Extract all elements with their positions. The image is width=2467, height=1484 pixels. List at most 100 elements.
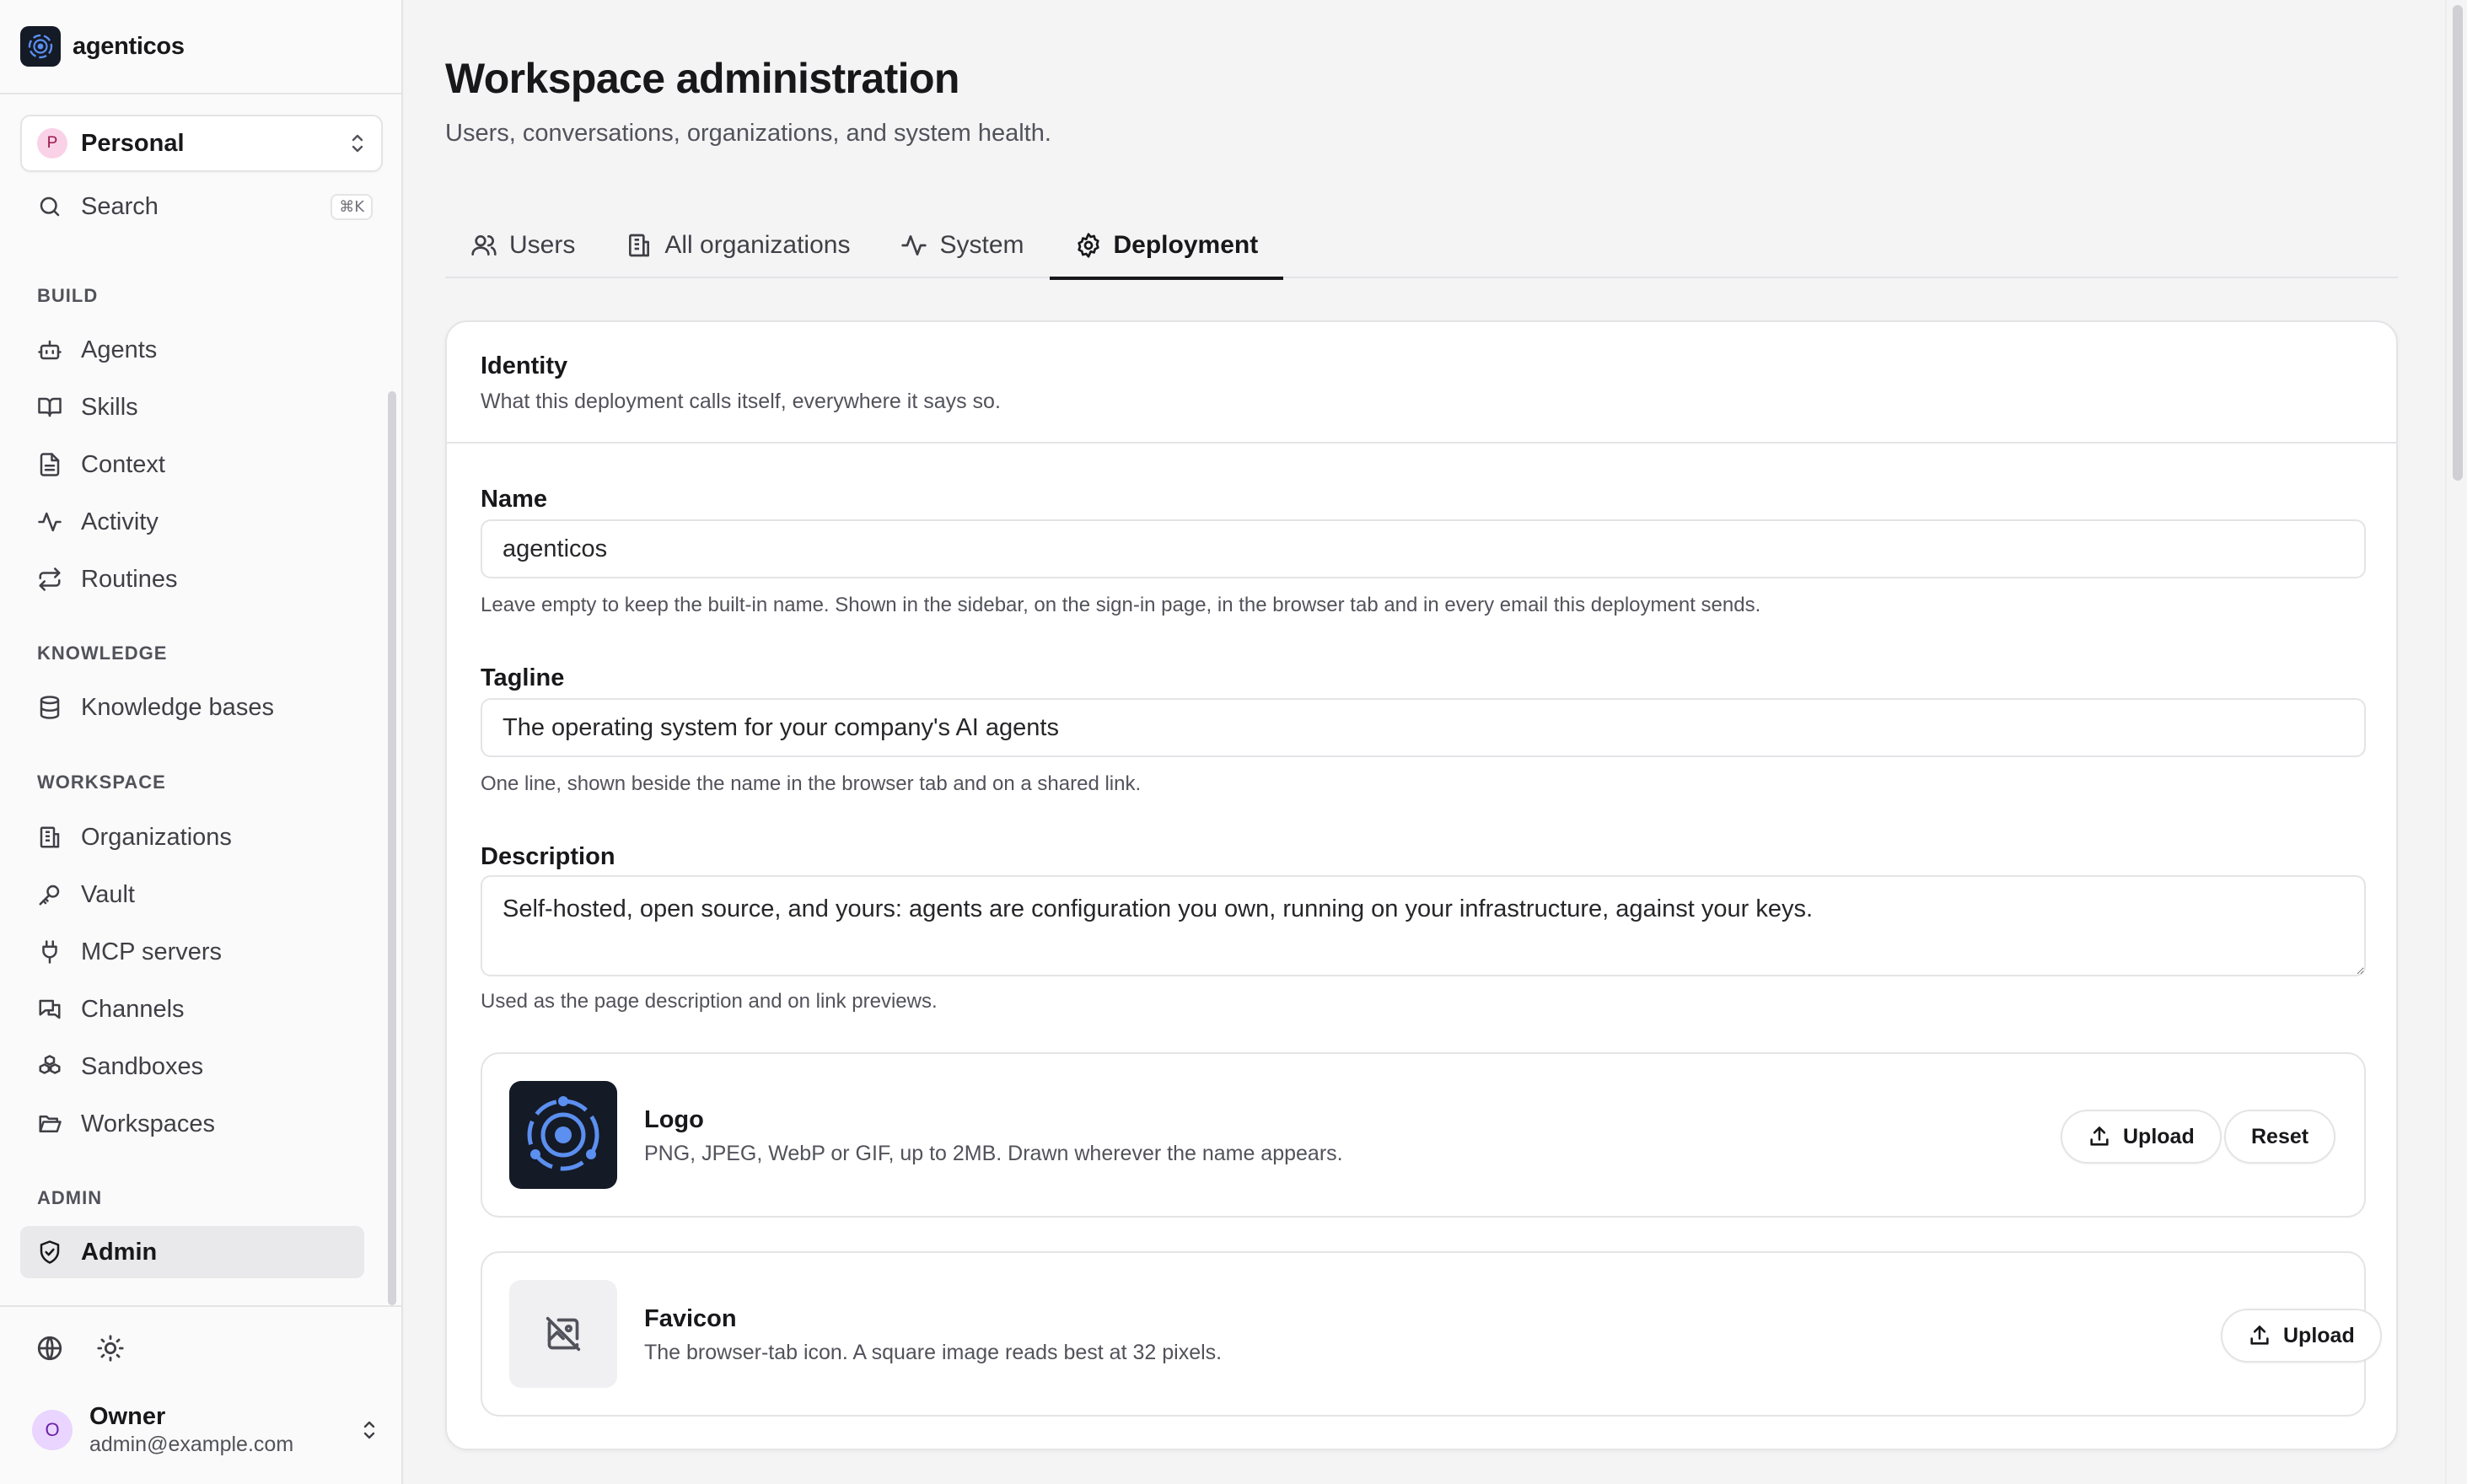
card-divider <box>447 442 2396 444</box>
upload-label: Upload <box>2283 1323 2355 1347</box>
sun-icon[interactable] <box>96 1334 125 1363</box>
workspace-avatar: P <box>37 128 67 159</box>
sidebar-footer-icons <box>35 1334 125 1363</box>
sidebar-item-label: Agents <box>81 336 158 363</box>
logo-preview-icon <box>509 1081 617 1189</box>
favicon-upload-button[interactable]: Upload <box>2221 1309 2382 1363</box>
sidebar-item-organizations[interactable]: Organizations <box>20 811 364 863</box>
tab-all-organizations[interactable]: All organizations <box>600 212 875 278</box>
user-email: admin@example.com <box>89 1433 294 1456</box>
user-name: Owner <box>89 1403 166 1430</box>
activity-icon <box>900 232 927 259</box>
tab-label: System <box>939 231 1024 259</box>
bot-icon <box>37 337 62 363</box>
tab-label: All organizations <box>664 231 851 259</box>
search-shortcut: ⌘K <box>331 193 373 220</box>
sidebar-item-admin[interactable]: Admin <box>20 1226 364 1278</box>
shield-check-icon <box>37 1239 62 1265</box>
section-label-workspace: WORKSPACE <box>37 772 166 793</box>
identity-card: Identity What this deployment calls itse… <box>445 320 2398 1450</box>
sidebar-item-label: Context <box>81 450 165 478</box>
section-label-admin: ADMIN <box>37 1187 103 1208</box>
sidebar-item-label: Channels <box>81 995 185 1023</box>
building-icon <box>626 232 653 259</box>
brand-logo-icon <box>20 26 61 67</box>
tagline-help: One line, shown beside the name in the b… <box>481 772 1142 795</box>
sidebar-item-workspaces[interactable]: Workspaces <box>20 1098 364 1150</box>
sidebar: agenticos P Personal Search ⌘K BUILD Age… <box>0 0 403 1484</box>
sidebar-item-knowledge-bases[interactable]: Knowledge bases <box>20 681 364 734</box>
sidebar-item-activity[interactable]: Activity <box>20 496 364 548</box>
sidebar-item-label: Sandboxes <box>81 1052 204 1080</box>
page-subtitle: Users, conversations, organizations, and… <box>445 120 1051 147</box>
sidebar-item-vault[interactable]: Vault <box>20 868 364 921</box>
sidebar-item-label: Skills <box>81 393 138 421</box>
sidebar-footer-divider <box>0 1305 401 1307</box>
book-open-icon <box>37 395 62 420</box>
sidebar-item-skills[interactable]: Skills <box>20 381 364 433</box>
sidebar-item-mcp-servers[interactable]: MCP servers <box>20 926 364 978</box>
upload-icon <box>2248 1324 2271 1347</box>
search-icon <box>37 194 62 219</box>
section-label-build: BUILD <box>37 285 99 306</box>
messages-icon <box>37 997 62 1022</box>
user-info: Owner admin@example.com <box>89 1403 344 1457</box>
name-label: Name <box>481 486 547 513</box>
sidebar-item-label: MCP servers <box>81 938 223 965</box>
logo-setting: Logo PNG, JPEG, WebP or GIF, up to 2MB. … <box>481 1052 2366 1218</box>
chevron-up-down-icon <box>349 132 366 154</box>
search-label: Search <box>81 192 159 220</box>
name-help: Leave empty to keep the built-in name. S… <box>481 594 1761 616</box>
sidebar-item-context[interactable]: Context <box>20 438 364 491</box>
favicon-title: Favicon <box>644 1305 737 1332</box>
users-icon <box>470 232 497 259</box>
sidebar-item-agents[interactable]: Agents <box>20 324 364 376</box>
logo-upload-button[interactable]: Upload <box>2061 1110 2222 1164</box>
brand-name: agenticos <box>73 32 185 60</box>
search-button[interactable]: Search ⌘K <box>20 184 373 229</box>
user-menu[interactable]: O Owner admin@example.com <box>32 1400 378 1460</box>
tab-label: Users <box>509 231 576 259</box>
workspace-selector[interactable]: P Personal <box>20 115 383 172</box>
logo-reset-button[interactable]: Reset <box>2224 1110 2336 1164</box>
section-label-knowledge: KNOWLEDGE <box>37 643 168 664</box>
page-scrollbar[interactable] <box>2445 0 2467 1484</box>
card-title: Identity <box>481 352 568 379</box>
tab-label: Deployment <box>1113 231 1259 259</box>
sidebar-item-label: Admin <box>81 1238 158 1266</box>
name-input[interactable] <box>481 519 2366 578</box>
tagline-label: Tagline <box>481 664 565 691</box>
boxes-icon <box>37 1054 62 1079</box>
sidebar-scrollbar[interactable] <box>388 391 396 1305</box>
avatar: O <box>32 1410 73 1450</box>
image-off-icon <box>509 1280 617 1388</box>
globe-icon[interactable] <box>35 1334 64 1363</box>
brand[interactable]: agenticos <box>20 25 185 67</box>
key-icon <box>37 882 62 907</box>
file-text-icon <box>37 452 62 477</box>
tab-users[interactable]: Users <box>445 212 600 278</box>
logo-subtitle: PNG, JPEG, WebP or GIF, up to 2MB. Drawn… <box>644 1142 1343 1165</box>
description-label: Description <box>481 843 615 870</box>
folder-open-icon <box>37 1111 62 1137</box>
main-content: Workspace administration Users, conversa… <box>405 0 2467 1484</box>
page-title: Workspace administration <box>445 55 959 102</box>
tab-system[interactable]: System <box>875 212 1049 278</box>
upload-label: Upload <box>2123 1124 2195 1148</box>
description-textarea[interactable]: Self-hosted, open source, and yours: age… <box>481 875 2366 976</box>
gear-icon <box>1075 232 1102 259</box>
sidebar-item-channels[interactable]: Channels <box>20 983 364 1035</box>
sidebar-divider <box>0 93 401 94</box>
page-scrollbar-thumb[interactable] <box>2453 5 2463 481</box>
card-subtitle: What this deployment calls itself, every… <box>481 390 1001 413</box>
plug-icon <box>37 939 62 965</box>
repeat-icon <box>37 567 62 592</box>
sidebar-item-label: Activity <box>81 508 159 535</box>
tagline-input[interactable] <box>481 698 2366 757</box>
sidebar-item-sandboxes[interactable]: Sandboxes <box>20 1040 364 1093</box>
sidebar-item-routines[interactable]: Routines <box>20 553 364 605</box>
sidebar-item-label: Workspaces <box>81 1110 216 1137</box>
upload-icon <box>2088 1125 2111 1148</box>
building-icon <box>37 825 62 850</box>
tab-deployment[interactable]: Deployment <box>1049 212 1284 280</box>
